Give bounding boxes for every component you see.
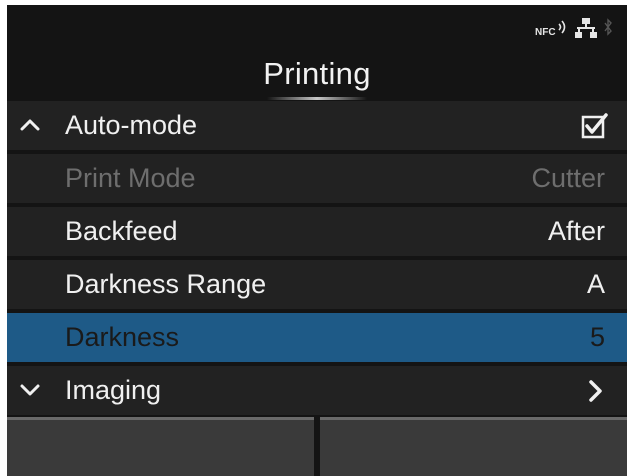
menu-item-value: 5 (589, 322, 605, 352)
status-icons: NFC (535, 17, 613, 39)
softkey-bar (7, 417, 627, 476)
status-bar: NFC (7, 5, 627, 49)
chevron-right-icon (589, 380, 602, 402)
menu-item-value: A (586, 269, 605, 299)
softkey-left[interactable] (7, 417, 314, 476)
chevron-up-icon (20, 119, 40, 131)
menu-item-value: After (547, 216, 605, 246)
menu-item-value: Cutter (531, 163, 605, 193)
menu-item-label: Darkness (65, 322, 180, 352)
checkbox-checked-icon[interactable] (581, 112, 609, 140)
nfc-icon: NFC (535, 20, 566, 38)
menu-item-darkness[interactable]: Darkness 5 (7, 313, 627, 362)
softkey-right[interactable] (320, 417, 627, 476)
page-title: Printing (263, 56, 371, 91)
menu-item-print-mode: Print Mode Cutter (7, 154, 627, 203)
bluetooth-icon (604, 18, 612, 36)
menu-item-darkness-range[interactable]: Darkness Range A (7, 260, 627, 309)
menu-item-backfeed[interactable]: Backfeed After (7, 207, 627, 256)
settings-list: Auto-mode Print Mode Cutter Backfeed Aft… (7, 101, 627, 419)
menu-item-label: Imaging (65, 375, 162, 405)
menu-item-label: Darkness Range (65, 269, 267, 299)
menu-item-label: Backfeed (65, 216, 178, 246)
menu-item-imaging[interactable]: Imaging (7, 366, 627, 415)
menu-item-label: Print Mode (65, 163, 196, 193)
menu-item-auto-mode[interactable]: Auto-mode (7, 101, 627, 150)
menu-item-label: Auto-mode (65, 110, 198, 140)
title-underline (267, 97, 367, 100)
chevron-down-icon (20, 384, 40, 396)
printer-display: NFC Printing Auto-mode Print Mode Cutter… (7, 5, 627, 476)
network-icon (575, 18, 597, 38)
nfc-label: NFC (535, 27, 556, 38)
